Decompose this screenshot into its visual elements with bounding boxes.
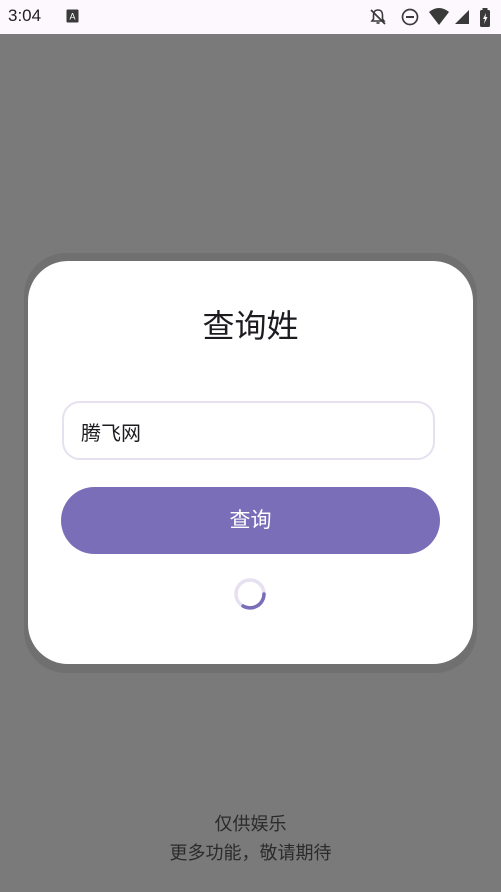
- dialog-title: 查询姓: [202, 307, 299, 345]
- loading-spinner-icon: [234, 578, 266, 610]
- footer-disclaimer: 仅供娱乐: [214, 814, 287, 835]
- svg-text:A: A: [69, 12, 75, 22]
- query-button[interactable]: 查询: [61, 487, 440, 554]
- query-dialog: 查询姓 查询: [28, 261, 473, 664]
- name-input[interactable]: [81, 419, 411, 443]
- notifications-off-icon: [370, 9, 386, 25]
- status-time: 3:04: [8, 6, 42, 25]
- wifi-icon: [429, 8, 449, 25]
- status-bar: 3:04 A: [0, 0, 501, 34]
- footer-coming-soon: 更多功能，敬请期待: [169, 843, 332, 864]
- battery-icon: [480, 8, 490, 27]
- do-not-disturb-icon: [401, 8, 419, 26]
- signal-icon: [455, 10, 469, 24]
- text-a-icon: A: [66, 9, 79, 23]
- name-input-field[interactable]: [62, 401, 435, 460]
